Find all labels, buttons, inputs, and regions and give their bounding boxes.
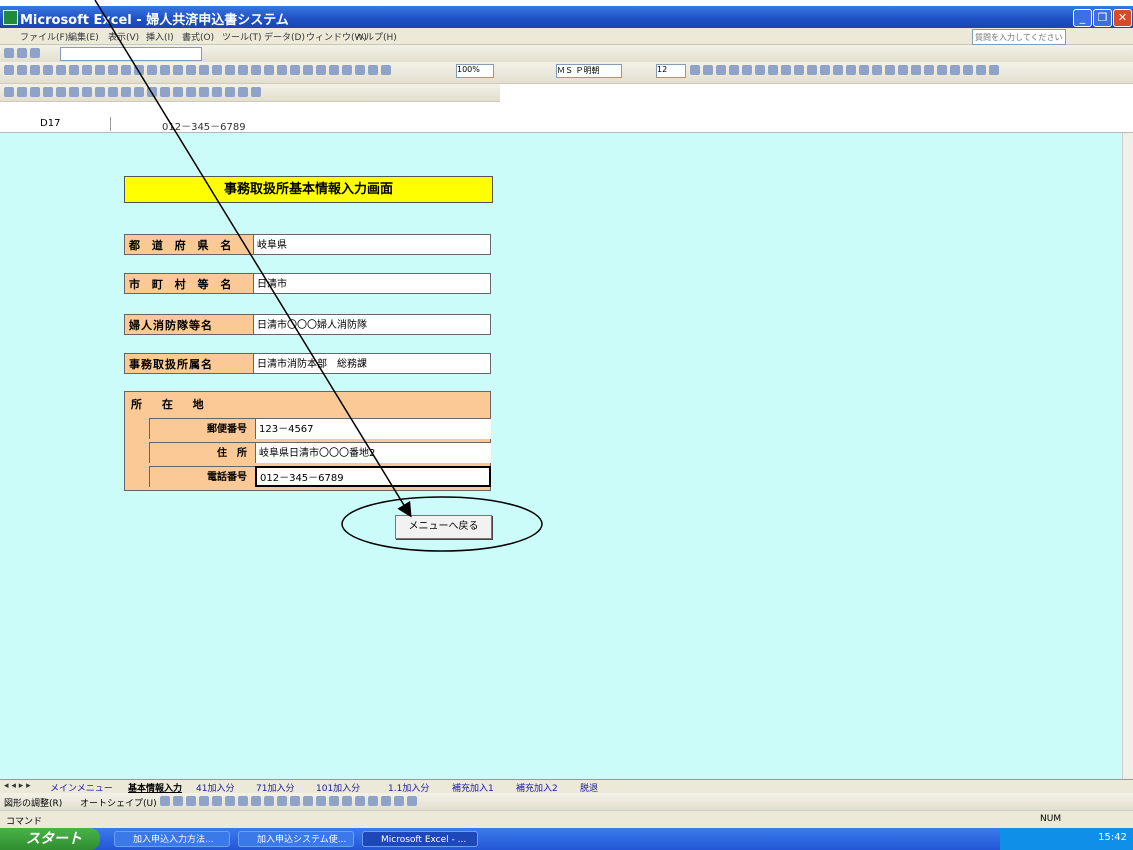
task-item[interactable]: 加入申込入力方法... [114, 831, 230, 847]
sheet-tab-bar: ◂ ◂ ▸ ▸ メインメニュー 基本情報入力 41加入分 71加入分 101加入… [0, 779, 1133, 794]
review-icons[interactable] [4, 87, 264, 98]
toolbar-1 [0, 45, 1133, 63]
num-indicator: NUM [1040, 814, 1062, 824]
status-text: コマンド [6, 817, 43, 827]
menu-data[interactable]: データ(D) [264, 30, 305, 43]
excel-icon [3, 10, 18, 25]
title-bar: Microsoft Excel - 婦人共済申込書システム _ ❐ ✕ [0, 6, 1133, 28]
draw-menu[interactable]: 図形の調整(R) [4, 796, 62, 809]
menu-view[interactable]: 表示(V) [108, 30, 139, 43]
menu-format[interactable]: 書式(O) [182, 30, 214, 43]
cell-ref: D17 [40, 118, 61, 129]
name-box[interactable]: D17 [0, 117, 111, 131]
zoom-combo[interactable]: 100% [456, 64, 494, 78]
vertical-scrollbar[interactable] [1122, 133, 1133, 779]
prefecture-label: 都 道 府 県 名 [124, 234, 254, 255]
close-button[interactable]: ✕ [1113, 9, 1132, 27]
status-bar: コマンド NUM [0, 810, 1133, 829]
drawing-toolbar: 図形の調整(R) オートシェイプ(U) [0, 793, 1133, 810]
format-icons[interactable] [690, 65, 1002, 76]
prefecture-field[interactable]: 岐阜県 [254, 234, 491, 255]
form-title: 事務取扱所基本情報入力画面 [124, 176, 493, 203]
postal-code-field[interactable]: 123－4567 [255, 418, 491, 439]
task-item[interactable]: 加入申込システム使... [238, 831, 354, 847]
start-button[interactable]: スタート [0, 828, 100, 850]
postal-code-label: 郵便番号 [149, 418, 255, 439]
system-tray: 15:42 [1000, 828, 1133, 850]
fire-brigade-field[interactable]: 日清市〇〇〇婦人消防隊 [254, 314, 491, 335]
street-address-label: 住 所 [149, 442, 255, 463]
fire-brigade-label: 婦人消防隊等名 [124, 314, 254, 335]
formula-input[interactable]: 012－345－6789 [162, 118, 246, 133]
font-size-combo[interactable]: 12 [656, 64, 686, 78]
line-style-combo[interactable] [60, 47, 202, 61]
toolbar-1-icons[interactable] [4, 48, 43, 59]
municipality-label: 市 町 村 等 名 [124, 273, 254, 294]
toolbar-standard: 100% ＭＳ Ｐ明朝 12 [0, 62, 1133, 84]
maximize-button[interactable]: ❐ [1093, 9, 1112, 27]
phone-label: 電話番号 [149, 466, 255, 487]
standard-icons[interactable] [4, 65, 394, 76]
menu-help[interactable]: ヘルプ(H) [356, 30, 397, 43]
draw-icons[interactable] [160, 796, 420, 807]
menu-file[interactable]: ファイル(F) [20, 30, 68, 43]
minimize-button[interactable]: _ [1073, 9, 1092, 27]
taskbar: スタート 加入申込入力方法... 加入申込システム使... Microsoft … [0, 828, 1133, 850]
tab-nav-arrows[interactable]: ◂ ◂ ▸ ▸ [4, 781, 31, 791]
address-group: 所 在 地 郵便番号 123－4567 住 所 岐阜県日清市〇〇〇番地2 電話番… [124, 391, 491, 491]
menu-insert[interactable]: 挿入(I) [146, 30, 174, 43]
office-dept-field[interactable]: 日清市消防本部 総務課 [254, 353, 491, 374]
clock: 15:42 [1098, 832, 1127, 843]
municipality-field[interactable]: 日清市 [254, 273, 491, 294]
formula-bar: D17 012－345－6789 [0, 117, 1133, 133]
menu-bar: ファイル(F) 編集(E) 表示(V) 挿入(I) 書式(O) ツール(T) デ… [0, 28, 1133, 45]
window-title: Microsoft Excel - 婦人共済申込書システム [20, 13, 289, 28]
office-dept-label: 事務取扱所属名 [124, 353, 254, 374]
phone-field[interactable]: 012－345－6789 [255, 466, 491, 487]
task-item-excel[interactable]: Microsoft Excel - ... [362, 831, 478, 847]
menu-tools[interactable]: ツール(T) [222, 30, 262, 43]
back-to-menu-button[interactable]: メニューへ戻る [395, 515, 492, 539]
font-name-combo[interactable]: ＭＳ Ｐ明朝 [556, 64, 622, 78]
street-address-field[interactable]: 岐阜県日清市〇〇〇番地2 [255, 442, 491, 463]
address-label: 所 在 地 [131, 398, 212, 411]
toolbar-review [0, 84, 500, 102]
menu-edit[interactable]: 編集(E) [68, 30, 99, 43]
autoshape-menu[interactable]: オートシェイプ(U) [80, 796, 157, 809]
help-question-input[interactable] [972, 29, 1066, 45]
